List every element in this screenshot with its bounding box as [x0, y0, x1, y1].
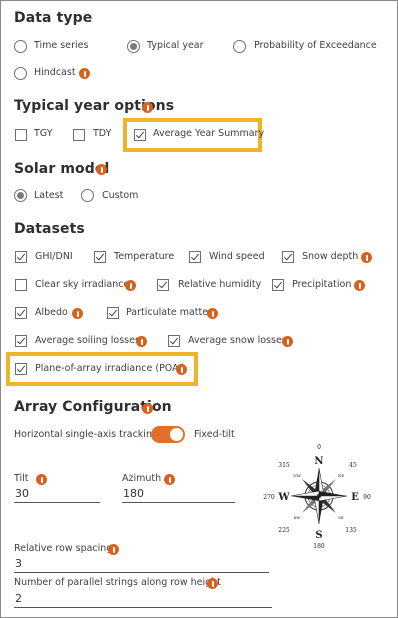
tdy-label: TDY: [93, 128, 112, 139]
temperature-label: Temperature: [114, 251, 175, 262]
checkbox-tgy[interactable]: [15, 129, 27, 141]
checkbox-precipitation[interactable]: [272, 279, 284, 291]
checkbox-average-soiling-losses[interactable]: [15, 335, 27, 347]
parallel-strings-label: Number of parallel strings along row hei…: [14, 577, 221, 588]
compass-deg-0: 0: [317, 444, 321, 451]
datasets-title: Datasets: [14, 221, 85, 237]
checkbox-temperature[interactable]: [94, 251, 106, 263]
radio-hindcast[interactable]: [14, 67, 27, 80]
parallel-strings-info-icon[interactable]: [207, 578, 218, 589]
checkbox-poai[interactable]: [15, 363, 27, 375]
compass-s: S: [315, 530, 322, 541]
checkbox-average-year-summary[interactable]: [134, 129, 146, 141]
precipitation-label: Precipitation: [292, 279, 352, 290]
azimuth-input[interactable]: [122, 487, 235, 503]
checkbox-ghi-dni[interactable]: [15, 251, 27, 263]
data-type-title: Data type: [14, 10, 93, 26]
radio-typical-year[interactable]: [127, 40, 140, 53]
row-spacing-label: Relative row spacing: [14, 543, 113, 554]
compass-nw: NW: [293, 473, 302, 478]
radio-custom[interactable]: [81, 189, 94, 202]
compass-rose-icon: 0 315 45 270 90 225 135 180 N S W E NW N…: [263, 444, 371, 550]
fixed-tilt-label: Fixed-tilt: [194, 429, 235, 440]
settings-panel: Data type Time series Typical year Proba…: [0, 0, 398, 618]
azimuth-info-icon[interactable]: [164, 474, 175, 485]
checkbox-average-snow-losses[interactable]: [168, 335, 180, 347]
parallel-strings-input[interactable]: [14, 592, 272, 608]
row-spacing-info-icon[interactable]: [108, 544, 119, 555]
typical-year-label: Typical year: [147, 40, 204, 51]
time-series-label: Time series: [34, 40, 89, 51]
checkbox-relative-humidity[interactable]: [157, 279, 169, 291]
avg-snow-info-icon[interactable]: [282, 336, 293, 347]
compass-n: N: [314, 456, 323, 467]
probability-label: Probability of Exceedance: [254, 40, 377, 51]
compass-deg-90: 90: [363, 494, 371, 501]
checkbox-clear-sky-irradiance[interactable]: [15, 279, 27, 291]
compass-w: W: [277, 492, 290, 503]
checkbox-snow-depth[interactable]: [282, 251, 294, 263]
snow-depth-info-icon[interactable]: [361, 252, 372, 263]
tilt-input[interactable]: [14, 487, 100, 503]
tracking-toggle[interactable]: [151, 426, 185, 443]
avg-soiling-info-icon[interactable]: [136, 336, 147, 347]
hindcast-label: Hindcast: [34, 67, 76, 78]
checkbox-wind-speed[interactable]: [189, 251, 201, 263]
azimuth-label: Azimuth: [122, 473, 162, 484]
avg-soiling-label: Average soiling losses: [35, 335, 140, 346]
radio-latest[interactable]: [14, 189, 27, 202]
ghi-dni-label: GHI/DNI: [35, 251, 73, 262]
row-spacing-input[interactable]: [14, 557, 269, 573]
avg-snow-label: Average snow losses: [188, 335, 287, 346]
checkbox-albedo[interactable]: [15, 307, 27, 319]
tracking-label: Horizontal single-axis tracking: [14, 429, 158, 440]
compass-deg-225: 225: [278, 527, 290, 534]
compass-ne: NE: [338, 473, 345, 478]
compass-e: E: [351, 492, 359, 503]
compass-se: SE: [338, 515, 344, 520]
precipitation-info-icon[interactable]: [354, 280, 365, 291]
particulate-matter-label: Particulate matter: [126, 307, 212, 318]
radio-time-series[interactable]: [14, 40, 27, 53]
checkbox-tdy[interactable]: [73, 129, 85, 141]
custom-label: Custom: [102, 190, 139, 201]
latest-label: Latest: [34, 190, 64, 201]
tilt-info-icon[interactable]: [36, 474, 47, 485]
relative-humidity-label: Relative humidity: [178, 279, 262, 290]
poai-info-icon[interactable]: [176, 364, 187, 375]
snow-depth-label: Snow depth: [302, 251, 359, 262]
tilt-label: Tilt: [14, 473, 29, 484]
compass-deg-270: 270: [263, 494, 275, 501]
clear-sky-info-icon[interactable]: [125, 280, 136, 291]
compass-deg-45: 45: [349, 462, 357, 469]
compass-deg-180: 180: [313, 543, 325, 550]
tgy-label: TGY: [34, 128, 53, 139]
typical-year-options-info-icon[interactable]: [142, 102, 153, 113]
compass-deg-315: 315: [278, 462, 290, 469]
solar-model-info-icon[interactable]: [96, 164, 107, 175]
albedo-label: Albedo: [35, 307, 68, 318]
hindcast-info-icon[interactable]: [79, 68, 90, 79]
clear-sky-label: Clear sky irradiance: [35, 279, 130, 290]
checkbox-particulate-matter[interactable]: [107, 307, 119, 319]
wind-speed-label: Wind speed: [209, 251, 265, 262]
average-year-summary-label: Average Year Summary: [153, 128, 265, 139]
compass-deg-135: 135: [345, 527, 357, 534]
radio-probability-of-exceedance[interactable]: [233, 40, 246, 53]
particulate-matter-info-icon[interactable]: [207, 308, 218, 319]
array-configuration-info-icon[interactable]: [142, 403, 153, 414]
poai-label: Plane-of-array irradiance (POAI): [35, 363, 186, 374]
albedo-info-icon[interactable]: [72, 308, 83, 319]
compass-sw: SW: [294, 515, 302, 520]
